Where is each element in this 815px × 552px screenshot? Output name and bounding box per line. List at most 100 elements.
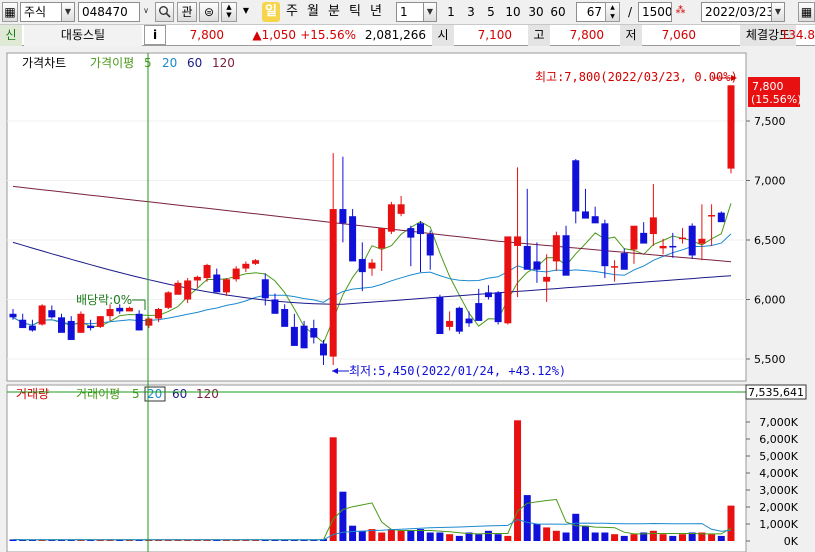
period-minute-tab[interactable]: 분 bbox=[325, 2, 343, 22]
candle-body bbox=[116, 307, 124, 312]
candle-body bbox=[271, 299, 279, 314]
candle-body bbox=[135, 313, 143, 331]
candle-body bbox=[261, 279, 269, 299]
volume-bar bbox=[708, 534, 716, 541]
volume-tick-label: 1,000K bbox=[759, 518, 798, 531]
candle-body bbox=[640, 232, 648, 244]
candle-body bbox=[436, 297, 444, 335]
candle-body bbox=[659, 245, 667, 249]
candle-body bbox=[38, 305, 46, 325]
volume-bar bbox=[475, 534, 483, 541]
open-price: 7,100 bbox=[477, 28, 512, 42]
candle-body bbox=[368, 262, 376, 269]
candle-body bbox=[48, 310, 56, 318]
candle-body bbox=[19, 319, 27, 329]
candle-body bbox=[310, 328, 318, 338]
volume-tick-label: 7,000K bbox=[759, 416, 798, 429]
market-select[interactable]: 주식 bbox=[20, 2, 62, 22]
interval-dropdown-icon[interactable]: ▼ bbox=[423, 2, 437, 22]
volume-tick-label: 3,000K bbox=[759, 484, 798, 497]
interval-3-button[interactable]: 3 bbox=[462, 2, 480, 22]
price-panel[interactable] bbox=[6, 52, 747, 382]
low-label: 저 bbox=[620, 25, 642, 46]
interval-30-button[interactable]: 30 bbox=[525, 2, 547, 22]
interval-10-button[interactable]: 10 bbox=[502, 2, 524, 22]
market-dropdown-icon[interactable]: ▼ bbox=[61, 2, 75, 22]
period-month-tab[interactable]: 월 bbox=[304, 2, 322, 22]
code-dropdown-icon[interactable]: ∨ bbox=[139, 2, 153, 22]
candle-body bbox=[669, 245, 677, 248]
date-input[interactable]: 2022/03/23 bbox=[701, 2, 773, 22]
price-ma-legend: 가격이평 bbox=[90, 56, 134, 70]
volume-tick-label: 0K bbox=[784, 535, 799, 548]
interval-60-button[interactable]: 60 bbox=[547, 2, 569, 22]
volume-bar bbox=[533, 524, 541, 541]
volume-bar bbox=[562, 532, 570, 541]
candle-body bbox=[620, 253, 628, 270]
candle-body bbox=[96, 316, 104, 327]
date-dropdown-icon[interactable]: ▼ bbox=[771, 2, 785, 22]
period-tick-tab[interactable]: 틱 bbox=[346, 2, 364, 22]
volume-bar bbox=[591, 532, 599, 541]
candle-body bbox=[58, 317, 66, 333]
high-annotation: 최고:7,800(2022/03/23, 0.00%) bbox=[535, 70, 738, 84]
chart-area[interactable]: 가격차트 가격이평 5 20 60 120 거래량 거래이평 5 20 60 1… bbox=[0, 47, 815, 552]
count-divider: / bbox=[627, 5, 633, 19]
volume-bar bbox=[446, 534, 454, 541]
volume-bar bbox=[611, 534, 619, 541]
interval-1-button[interactable]: 1 bbox=[442, 2, 460, 22]
current-price: 7,800 bbox=[189, 28, 224, 42]
candle-body bbox=[426, 234, 434, 256]
candle-body bbox=[678, 237, 686, 240]
settings-dots-icon[interactable]: ⁂ bbox=[673, 2, 688, 22]
volume-panel[interactable] bbox=[6, 384, 747, 552]
stock-code-input[interactable]: 048470 bbox=[78, 2, 140, 22]
period-year-tab[interactable]: 년 bbox=[367, 2, 385, 22]
volume-bar bbox=[659, 534, 667, 541]
more-dropdown-icon[interactable]: ▼ bbox=[239, 2, 253, 22]
menu-grid-icon[interactable]: ▦ bbox=[2, 2, 18, 22]
period-day-tab[interactable]: 일 bbox=[262, 2, 280, 22]
interval-5-button[interactable]: 5 bbox=[482, 2, 500, 22]
candle-body bbox=[494, 292, 502, 323]
candle-body bbox=[601, 223, 609, 267]
candle-body bbox=[446, 320, 454, 327]
total-count-input[interactable]: 1500 bbox=[638, 2, 672, 22]
stock-info-icon[interactable]: i bbox=[144, 25, 166, 45]
volume-bar bbox=[717, 535, 725, 541]
volume-bar bbox=[504, 535, 512, 541]
volume-bar bbox=[581, 525, 589, 541]
visible-count-input[interactable]: 67 bbox=[576, 2, 606, 22]
candle-body bbox=[581, 211, 589, 219]
candle-body bbox=[232, 268, 240, 280]
candle-body bbox=[106, 309, 114, 317]
open-label: 시 bbox=[432, 25, 454, 46]
stock-chart-svg[interactable]: 가격차트 가격이평 5 20 60 120 거래량 거래이평 5 20 60 1… bbox=[0, 47, 815, 552]
dividend-annotation: 배당락:0% bbox=[76, 293, 132, 307]
vol-ma60-legend: 60 bbox=[172, 387, 187, 401]
candle-body bbox=[329, 209, 337, 357]
price-tick-label: 7,000 bbox=[754, 175, 786, 188]
candle-body bbox=[349, 216, 357, 262]
up-down-stepper[interactable]: ▲ ▼ bbox=[221, 2, 237, 22]
candle-body bbox=[213, 274, 221, 293]
calendar-icon[interactable]: ▦ bbox=[798, 2, 815, 22]
candle-body bbox=[591, 216, 599, 224]
period-week-tab[interactable]: 주 bbox=[283, 2, 301, 22]
link-icon[interactable]: ⊜ bbox=[199, 2, 219, 22]
interval-select[interactable]: 1 bbox=[396, 2, 424, 22]
candle-body bbox=[688, 225, 696, 256]
search-icon[interactable] bbox=[155, 2, 174, 22]
candle-body bbox=[358, 259, 366, 273]
candle-body bbox=[649, 217, 657, 235]
price-tick-label: 5,500 bbox=[754, 353, 786, 366]
high-price: 7,800 bbox=[569, 28, 604, 42]
candle-body bbox=[378, 228, 386, 249]
price-tick-label: 6,000 bbox=[754, 294, 786, 307]
candle-body bbox=[504, 236, 512, 324]
candle-body bbox=[125, 307, 133, 312]
volume-bar bbox=[397, 530, 405, 541]
credit-tag: 신 bbox=[0, 25, 22, 46]
visible-count-stepper[interactable]: ▲ ▼ bbox=[605, 2, 620, 22]
kwan-button[interactable]: 관 bbox=[177, 2, 197, 22]
